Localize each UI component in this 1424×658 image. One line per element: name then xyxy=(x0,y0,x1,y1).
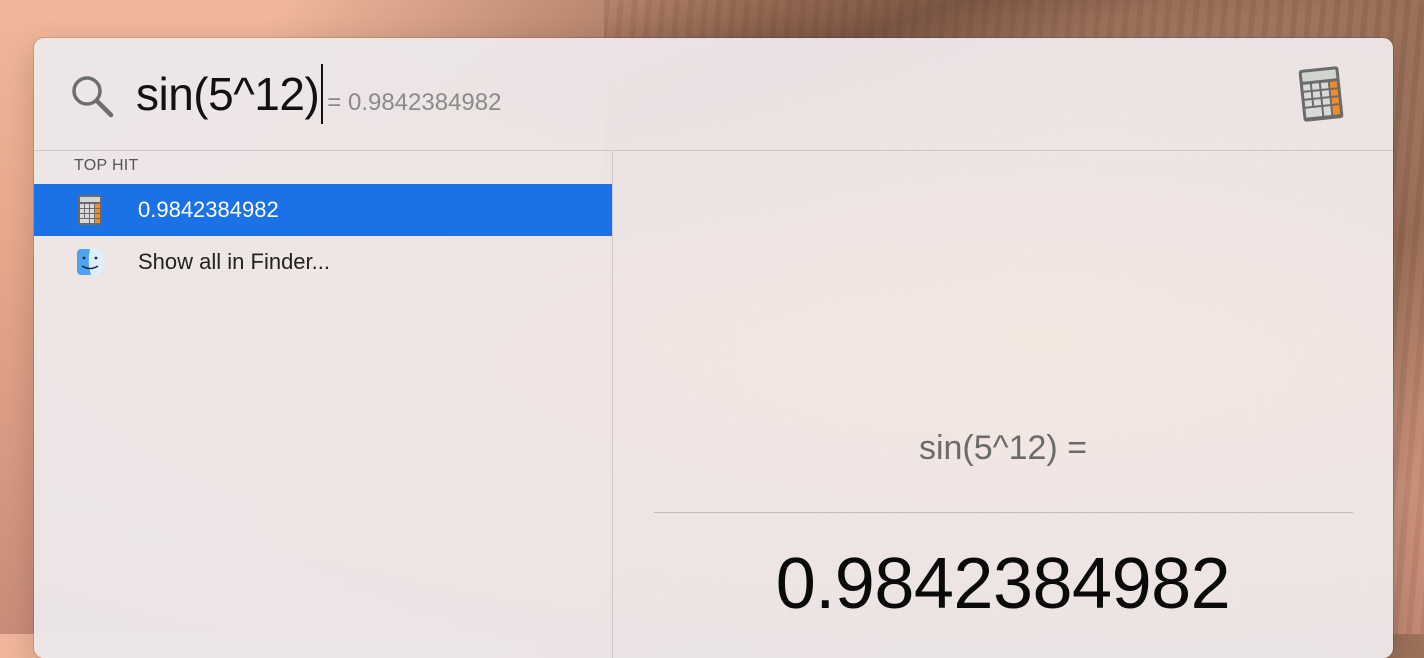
calculator-icon xyxy=(78,195,102,225)
result-item-label: 0.9842384982 xyxy=(138,197,279,222)
preview-result: 0.9842384982 xyxy=(775,544,1231,624)
search-query-text[interactable]: sin(5^12) xyxy=(136,64,320,124)
result-item-calculator[interactable]: 0.9842384982 xyxy=(34,184,612,236)
result-item-label: Show all in Finder... xyxy=(138,249,330,274)
search-bar: sin(5^12) = 0.9842384982 xyxy=(34,38,1393,151)
finder-icon xyxy=(77,249,103,275)
spotlight-window: sin(5^12) = 0.9842384982 TOP HIT 0.98423… xyxy=(34,38,1393,658)
inline-result: = 0.9842384982 xyxy=(327,89,502,116)
text-caret xyxy=(321,64,324,124)
preview-divider xyxy=(654,512,1353,513)
results-list: TOP HIT 0.9842384982 Show all in Finder.… xyxy=(34,151,613,658)
result-item-show-all-in-finder[interactable]: Show all in Finder... xyxy=(34,236,612,288)
section-header-top-hit: TOP HIT xyxy=(74,157,139,174)
preview-pane: sin(5^12) = 0.9842384982 xyxy=(613,151,1393,658)
calculator-icon xyxy=(1298,66,1344,122)
search-input[interactable]: sin(5^12) = 0.9842384982 xyxy=(136,64,501,124)
search-icon xyxy=(72,76,114,118)
preview-expression: sin(5^12) = xyxy=(918,429,1088,467)
